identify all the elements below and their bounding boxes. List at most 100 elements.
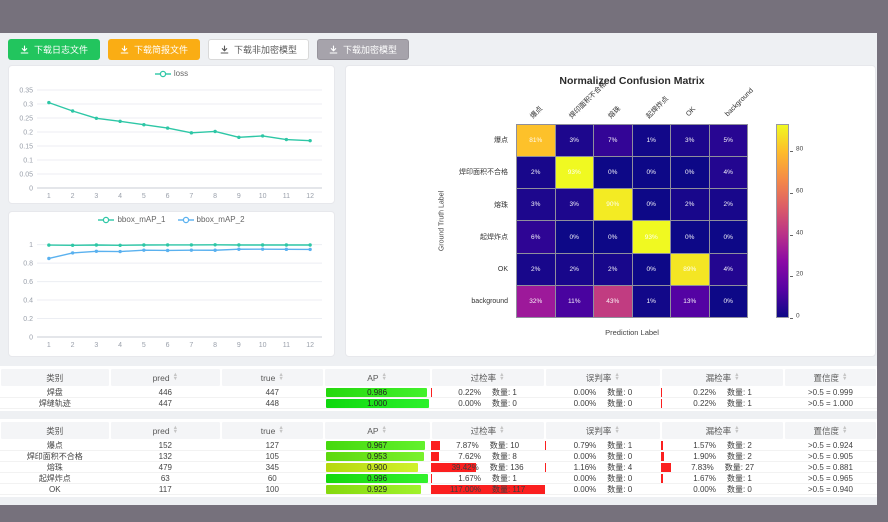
rate-percent: 117.00% [450, 485, 481, 494]
column-header-true[interactable]: true▲▼ [221, 422, 324, 439]
confidence-cell: >0.5 = 0.881 [784, 462, 877, 472]
matrix-cell: 2% [556, 254, 594, 285]
rate-count: 数量: 117 [492, 484, 525, 494]
column-header-过检率[interactable]: 过检率▲▼ [431, 422, 545, 439]
download-icon [20, 45, 29, 54]
true-cell: 100 [221, 484, 324, 494]
matrix-cell: 0% [556, 221, 594, 252]
toolbar: 下载日志文件下载简报文件下载非加密模型下载加密模型 [0, 33, 877, 63]
pred-cell: 117 [110, 484, 221, 494]
matrix-cell: 0% [633, 254, 671, 285]
matrix-cell: 4% [710, 254, 748, 285]
rate-cell: 0.22%数量: 1 [431, 387, 545, 397]
matrix-cell: 32% [517, 286, 555, 317]
legend-label: bbox_mAP_2 [197, 215, 245, 224]
svg-text:8: 8 [213, 342, 217, 349]
column-header-label: 误判率 [586, 372, 612, 384]
rate-count: 数量: 1 [727, 387, 752, 397]
column-header-label: 漏检率 [706, 372, 732, 384]
charts-row: loss00.050.10.150.20.250.30.351234567891… [0, 65, 877, 357]
sort-carets-icon: ▲▼ [173, 427, 178, 433]
svg-text:0.25: 0.25 [19, 115, 33, 122]
matrix-cell: 93% [633, 221, 671, 252]
rate-count: 数量: 10 [490, 440, 519, 450]
column-header-漏检率[interactable]: 漏检率▲▼ [661, 369, 784, 386]
column-header-label: 类别 [46, 372, 63, 384]
download-icon [220, 45, 229, 54]
matrix-row-label: background [346, 286, 508, 318]
svg-text:8: 8 [213, 193, 217, 200]
download-unencrypted-model-button[interactable]: 下载非加密模型 [208, 39, 309, 60]
matrix-cell: 0% [671, 221, 709, 252]
rate-percent: 0.00% [458, 399, 481, 408]
matrix-cell: 93% [556, 157, 594, 188]
download-report-button[interactable]: 下载简报文件 [108, 39, 200, 60]
column-header-label: 类别 [46, 425, 63, 437]
legend-label: loss [174, 69, 188, 78]
legend-item-loss[interactable]: loss [155, 69, 188, 78]
legend-marker-icon [155, 70, 171, 78]
matrix-cell: 0% [671, 157, 709, 188]
colorbar-tick [790, 193, 793, 194]
rate-percent: 7.83% [691, 463, 714, 472]
column-header-AP[interactable]: AP▲▼ [324, 369, 431, 386]
confusion-matrix-x-axis-label: Prediction Label [605, 328, 659, 337]
rate-count: 数量: 0 [607, 484, 632, 494]
sort-carets-icon: ▲▼ [278, 374, 283, 380]
column-header-置信度[interactable]: 置信度▲▼ [784, 369, 877, 386]
column-header-漏检率[interactable]: 漏检率▲▼ [661, 422, 784, 439]
rate-percent: 7.87% [456, 441, 479, 450]
loss-chart-card: loss00.050.10.150.20.250.30.351234567891… [8, 65, 335, 204]
column-header-误判率[interactable]: 误判率▲▼ [545, 422, 662, 439]
svg-text:0.8: 0.8 [23, 260, 33, 267]
ap-value: 0.996 [324, 473, 431, 483]
rate-cell: 0.00%数量: 0 [545, 473, 662, 483]
sort-carets-icon: ▲▼ [734, 374, 739, 380]
column-header-误判率[interactable]: 误判率▲▼ [545, 369, 662, 386]
svg-text:9: 9 [237, 193, 241, 200]
pred-cell: 447 [110, 398, 221, 408]
loss-curve-plot: 00.050.10.150.20.250.30.3512345678910111… [9, 66, 334, 203]
download-log-button[interactable]: 下载日志文件 [8, 39, 100, 60]
colorbar-tick [790, 235, 793, 236]
rate-cell: 0.00%数量: 0 [545, 387, 662, 397]
svg-text:5: 5 [142, 342, 146, 349]
matrix-cell: 3% [517, 189, 555, 220]
legend-item-bbox_mAP_2[interactable]: bbox_mAP_2 [178, 215, 245, 224]
column-header-pred[interactable]: pred▲▼ [110, 369, 221, 386]
dashboard-page: 下载日志文件下载简报文件下载非加密模型下载加密模型 loss00.050.10.… [0, 33, 877, 505]
colorbar-tick [790, 151, 793, 152]
column-header-过检率[interactable]: 过检率▲▼ [431, 369, 545, 386]
rate-cell: 1.67%数量: 1 [661, 473, 784, 483]
rate-percent: 0.00% [574, 388, 597, 397]
rate-percent: 0.22% [458, 388, 481, 397]
rate-count: 数量: 4 [607, 462, 632, 472]
download-encrypted-model-button[interactable]: 下载加密模型 [317, 39, 409, 60]
svg-text:0.05: 0.05 [19, 171, 33, 178]
colorbar-tick-label: 20 [796, 271, 803, 278]
ap-value: 1.000 [324, 398, 431, 408]
matrix-row-label: 熔珠 [346, 189, 508, 221]
column-header-label: pred [153, 426, 170, 436]
column-header-true[interactable]: true▲▼ [221, 369, 324, 386]
matrix-cell: 0% [633, 189, 671, 220]
table-row: 焊盘4464470.9860.22%数量: 10.00%数量: 00.22%数量… [0, 387, 877, 398]
legend-item-bbox_mAP_1[interactable]: bbox_mAP_1 [98, 215, 165, 224]
svg-text:1: 1 [47, 342, 51, 349]
ap-cell: 1.000 [324, 398, 431, 408]
download-icon [329, 45, 338, 54]
column-header-label: true [261, 373, 276, 383]
rate-count: 数量: 136 [490, 462, 524, 472]
column-header-置信度[interactable]: 置信度▲▼ [784, 422, 877, 439]
matrix-column-label: background [724, 87, 755, 118]
column-header-pred[interactable]: pred▲▼ [110, 422, 221, 439]
rate-count: 数量: 0 [607, 398, 632, 408]
column-header-AP[interactable]: AP▲▼ [324, 422, 431, 439]
matrix-cell: 2% [671, 189, 709, 220]
matrix-cell: 90% [594, 189, 632, 220]
svg-text:12: 12 [306, 193, 314, 200]
rate-cell: 39.42%数量: 136 [431, 462, 545, 472]
matrix-cell: 0% [710, 286, 748, 317]
sort-carets-icon: ▲▼ [278, 427, 283, 433]
sort-carets-icon: ▲▼ [842, 374, 847, 380]
